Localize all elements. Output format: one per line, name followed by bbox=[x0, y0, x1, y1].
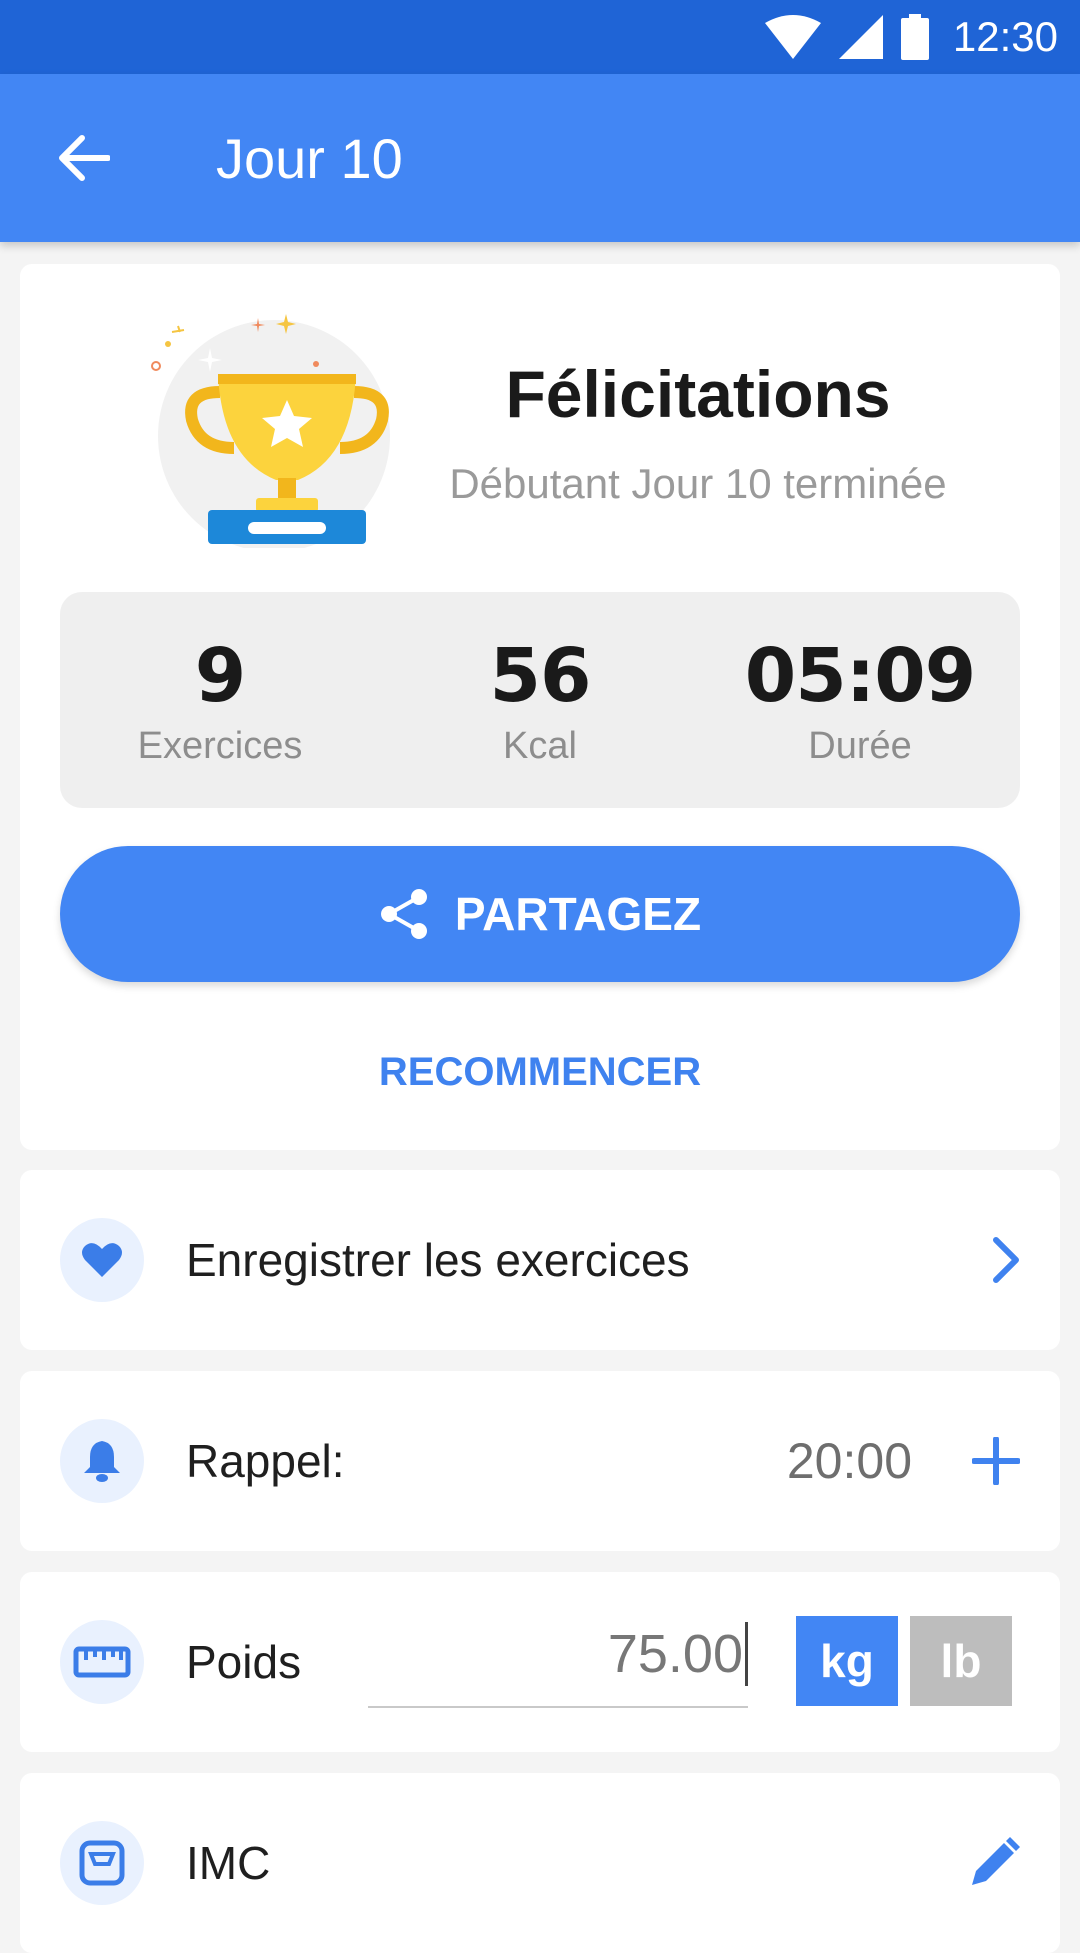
status-time: 12:30 bbox=[952, 13, 1058, 60]
app-bar: Jour 10 bbox=[0, 74, 1080, 242]
weight-input[interactable]: 75.00 bbox=[368, 1602, 748, 1708]
stat-label: Kcal bbox=[503, 724, 577, 767]
stat-value: 05:09 bbox=[744, 632, 977, 719]
weight-row: Poids 75.00 kg lb bbox=[20, 1572, 1060, 1752]
summary-card: Félicitations Débutant Jour 10 terminée … bbox=[20, 264, 1060, 1150]
signal-icon bbox=[838, 15, 883, 59]
stat-kcal: 56 Kcal bbox=[380, 592, 700, 808]
scale-icon-badge bbox=[60, 1821, 144, 1905]
stats-panel: 9 Exercices 56 Kcal 05:09 Durée bbox=[60, 592, 1020, 808]
arrow-left-icon bbox=[59, 135, 110, 181]
chevron-right-icon[interactable] bbox=[990, 1236, 1020, 1284]
stat-label: Durée bbox=[808, 724, 912, 767]
edit-pencil-icon[interactable] bbox=[968, 1837, 1020, 1889]
stat-value: 9 bbox=[194, 632, 246, 719]
reminder-row: Rappel: 20:00 bbox=[20, 1371, 1060, 1551]
unit-lb-button[interactable]: lb bbox=[910, 1616, 1012, 1706]
share-icon bbox=[380, 889, 427, 939]
bmi-label: IMC bbox=[186, 1837, 271, 1889]
wifi-icon bbox=[764, 15, 821, 59]
bell-icon-badge bbox=[60, 1419, 144, 1503]
back-button[interactable] bbox=[40, 114, 128, 202]
stat-duration: 05:09 Durée bbox=[700, 592, 1020, 808]
page-title: Jour 10 bbox=[216, 126, 403, 190]
heart-icon bbox=[82, 1243, 122, 1277]
stat-value: 56 bbox=[489, 632, 592, 719]
heart-icon-badge bbox=[60, 1218, 144, 1302]
battery-icon bbox=[900, 14, 929, 60]
scale-icon bbox=[79, 1840, 125, 1886]
reminder-label: Rappel: bbox=[186, 1435, 345, 1487]
weight-value[interactable]: 75.00 bbox=[608, 1622, 748, 1686]
log-exercises-row[interactable]: Enregistrer les exercices bbox=[20, 1170, 1060, 1350]
restart-button[interactable]: RECOMMENCER bbox=[20, 1050, 1060, 1095]
congrats-title: Félicitations bbox=[505, 357, 891, 431]
stat-exercises: 9 Exercices bbox=[60, 592, 380, 808]
log-exercises-label: Enregistrer les exercices bbox=[186, 1234, 690, 1286]
unit-kg-button[interactable]: kg bbox=[796, 1616, 898, 1706]
weight-label: Poids bbox=[186, 1636, 302, 1688]
share-button[interactable]: PARTAGEZ bbox=[60, 846, 1020, 982]
share-label: PARTAGEZ bbox=[454, 888, 702, 940]
bmi-row: IMC bbox=[20, 1773, 1060, 1953]
reminder-time[interactable]: 20:00 bbox=[787, 1432, 912, 1490]
ruler-icon-badge bbox=[60, 1620, 144, 1704]
stat-label: Exercices bbox=[137, 724, 303, 767]
congrats-subtitle: Débutant Jour 10 terminée bbox=[449, 460, 947, 507]
bell-icon bbox=[84, 1441, 120, 1482]
plus-icon[interactable] bbox=[972, 1437, 1020, 1485]
ruler-icon bbox=[73, 1646, 131, 1678]
status-bar: 12:30 bbox=[0, 0, 1080, 74]
